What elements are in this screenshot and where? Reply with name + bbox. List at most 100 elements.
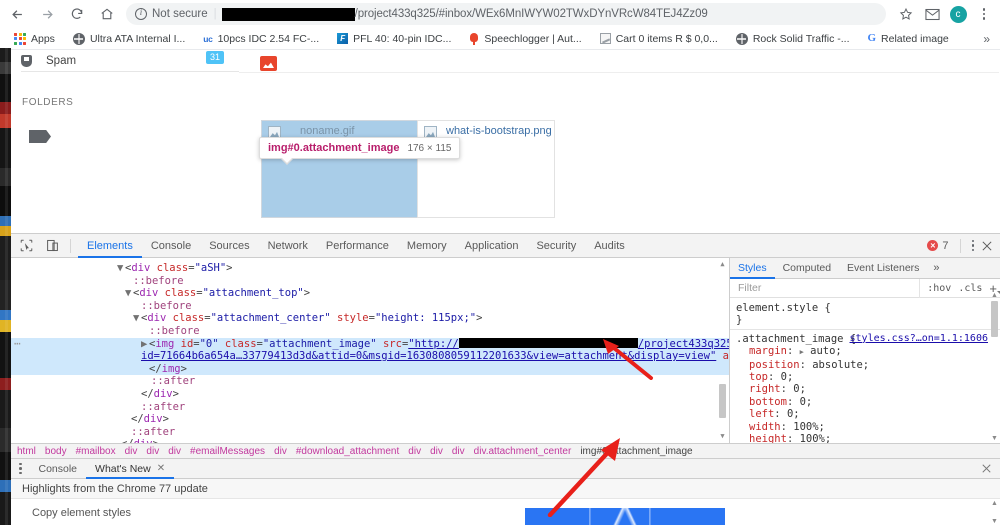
scroll-down-arrow[interactable]: ▼ (990, 434, 999, 443)
breadcrumb-emailmessages[interactable]: #emailMessages (190, 446, 265, 457)
breadcrumb-attachment-center[interactable]: div.attachment_center (474, 446, 572, 457)
bookmark-pfl-40[interactable]: F PFL 40: 40-pin IDC... (337, 33, 459, 45)
tab-elements[interactable]: Elements (78, 234, 142, 258)
tab-security[interactable]: Security (527, 234, 585, 258)
breadcrumb-div[interactable]: div (125, 446, 138, 457)
dom-node-before[interactable]: ::before (11, 325, 729, 338)
styles-filter-input[interactable] (736, 278, 921, 298)
tab-styles[interactable]: Styles (730, 258, 775, 279)
css-rule-attachment-image[interactable]: .attachment_image { styles.css?…on=1.1:1… (736, 333, 1000, 345)
breadcrumb-html[interactable]: html (17, 446, 36, 457)
dom-node-img-close[interactable]: </img> (11, 362, 729, 376)
css-declaration[interactable]: width: 100%; (736, 421, 1000, 433)
element-classes-button[interactable]: .cls (958, 283, 982, 294)
css-declaration[interactable]: right: 0; (736, 383, 1000, 395)
attachment-card-noname[interactable]: noname.gif (261, 120, 441, 218)
bookmark-apps[interactable]: Apps (14, 32, 63, 45)
reload-button[interactable] (64, 1, 90, 27)
breadcrumb-div[interactable]: div (452, 446, 465, 457)
dom-node-attachment-top[interactable]: ▼ <div class="attachment_top"> (11, 287, 729, 300)
close-icon[interactable]: ✕ (157, 463, 165, 474)
bookmark-speechlogger[interactable]: Speechlogger | Aut... (469, 32, 589, 45)
mail-button[interactable] (920, 2, 944, 26)
drawer-menu-button[interactable] (19, 462, 22, 475)
breadcrumb-div[interactable]: div (146, 446, 159, 457)
dom-node-after[interactable]: ::after (11, 401, 729, 414)
address-bar[interactable]: Not secure | /project433q325/#inbox/WEx6… (126, 3, 886, 25)
dom-node-img-selected[interactable]: ⋯ ▶ <img id="0" class="attachment_image" … (11, 337, 729, 351)
css-declaration[interactable]: top: 0; (736, 371, 1000, 383)
inspect-element-button[interactable] (15, 236, 37, 256)
drawer-close-button[interactable] (982, 462, 1000, 476)
home-button[interactable] (94, 1, 120, 27)
dom-node-attachment-center[interactable]: ▼ <div class="attachment_center" style="h… (11, 312, 729, 325)
tab-network[interactable]: Network (259, 234, 317, 258)
styles-more-tabs-button[interactable]: » (927, 262, 945, 274)
css-declaration[interactable]: height: 100%; (736, 433, 1000, 443)
dom-node-before[interactable]: ::before (11, 300, 729, 313)
attachment-card-bootstrap[interactable]: what-is-bootstrap.png (417, 120, 555, 218)
breadcrumb-div[interactable]: div (408, 446, 421, 457)
tab-audits[interactable]: Audits (585, 234, 634, 258)
bookmark-10pcs-idc[interactable]: uc 10pcs IDC 2.54 FC-... (203, 33, 327, 45)
scrollbar-thumb[interactable] (991, 301, 998, 337)
tab-sources[interactable]: Sources (200, 234, 258, 258)
breadcrumb-mailbox[interactable]: #mailbox (76, 446, 116, 457)
scroll-up-arrow[interactable]: ▲ (718, 260, 727, 269)
css-declaration[interactable]: bottom: 0; (736, 396, 1000, 408)
bookmark-rock-solid[interactable]: Rock Solid Traffic -... (735, 32, 858, 45)
bookmark-related-image[interactable]: G Related image (867, 33, 956, 45)
devtools-close-button[interactable] (978, 234, 996, 258)
error-count-indicator[interactable]: × 7 (927, 234, 1000, 258)
back-button[interactable] (4, 1, 30, 27)
scroll-down-arrow[interactable]: ▼ (990, 517, 999, 525)
bookmark-star-button[interactable] (894, 2, 918, 26)
breadcrumb-div[interactable]: div (274, 446, 287, 457)
dom-node-before[interactable]: ::before (11, 275, 729, 288)
bookmark-ultra-ata[interactable]: Ultra ATA Internal I... (72, 32, 193, 45)
chrome-menu-button[interactable] (972, 2, 996, 26)
breadcrumb-body[interactable]: body (45, 446, 67, 457)
dom-node-close-div[interactable]: </div> (11, 388, 729, 401)
tab-event-listeners[interactable]: Event Listeners (839, 258, 927, 279)
dom-node-after[interactable]: ::after (11, 375, 729, 388)
dom-node-close-div[interactable]: </div> (11, 413, 729, 426)
tab-computed[interactable]: Computed (775, 258, 839, 279)
css-rule-element-style[interactable]: element.style { (736, 302, 1000, 314)
device-toolbar-button[interactable] (41, 236, 63, 256)
expand-arrow-icon[interactable]: ▶ (800, 348, 804, 356)
breadcrumb-div[interactable]: div (168, 446, 181, 457)
drawer-scrollbar[interactable]: ▲ ▼ (990, 499, 999, 525)
css-declaration[interactable]: left: 0; (736, 408, 1000, 420)
force-hover-button[interactable]: :hov (927, 283, 951, 294)
styles-scrollbar[interactable]: ▲ ▼ (990, 292, 999, 443)
tab-memory[interactable]: Memory (398, 234, 456, 258)
tab-application[interactable]: Application (456, 234, 528, 258)
dom-node-div-aSH[interactable]: ▼ <div class="aSH"> (11, 262, 729, 275)
dom-src-path[interactable]: /project433q325/u/? (638, 338, 729, 350)
drawer-tab-whats-new[interactable]: What's New ✕ (86, 459, 174, 479)
breadcrumb-img-attachment-image[interactable]: img#0.attachment_image (580, 446, 692, 457)
dom-node-img-src-continued[interactable]: id=71664b6a654a…33779413d3d&attid=0&msgi… (11, 350, 729, 363)
forward-button[interactable] (34, 1, 60, 27)
profile-button[interactable]: c (946, 2, 970, 26)
dom-tree-pane[interactable]: ▼ <div class="aSH"> ::before ▼ <div class=… (11, 258, 729, 443)
devtools-menu-button[interactable] (971, 239, 974, 252)
breadcrumb-div[interactable]: div (430, 446, 443, 457)
scroll-up-arrow[interactable]: ▲ (990, 291, 999, 300)
folder-tag-icon[interactable] (29, 130, 51, 143)
dom-tree-scrollbar[interactable]: ▲ ▼ (718, 260, 727, 441)
dom-node-after[interactable]: ::after (11, 426, 729, 439)
css-declaration[interactable]: margin: ▶ auto; (736, 345, 1000, 358)
scrollbar-thumb[interactable] (719, 384, 726, 418)
drawer-tab-console[interactable]: Console (30, 459, 87, 479)
breadcrumb-download-attachment[interactable]: #download_attachment (296, 446, 399, 457)
whats-new-item-title[interactable]: Copy element styles (32, 507, 131, 519)
bookmarks-overflow-button[interactable]: » (983, 32, 1000, 46)
scroll-down-arrow[interactable]: ▼ (718, 432, 727, 441)
bookmark-cart[interactable]: Cart 0 items R $ 0,0... (599, 33, 726, 45)
tab-performance[interactable]: Performance (317, 234, 398, 258)
css-source-link[interactable]: styles.css?…on=1.1:1606 (850, 333, 988, 345)
scroll-up-arrow[interactable]: ▲ (990, 499, 999, 508)
dom-src-query[interactable]: id=71664b6a654a…33779413d3d&attid=0&msgi… (141, 350, 716, 362)
